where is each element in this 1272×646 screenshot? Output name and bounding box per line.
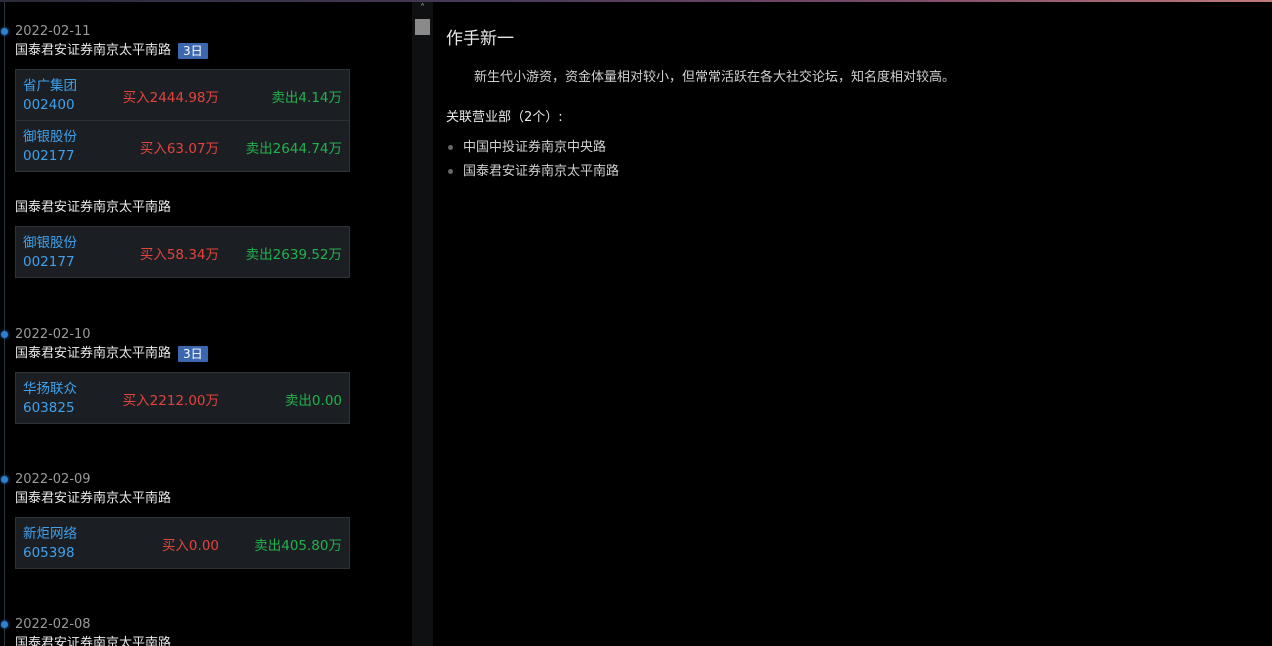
timeline-line bbox=[4, 2, 5, 646]
stock-cell[interactable]: 御银股份 002177 bbox=[23, 234, 77, 272]
trade-table: 华扬联众 603825 买入2212.00万 卖出0.00 bbox=[15, 372, 350, 424]
stock-name: 新炬网络 bbox=[23, 526, 77, 542]
stock-cell[interactable]: 御银股份 002177 bbox=[23, 128, 77, 166]
trader-detail-panel: 作手新一 新生代小游资，资金体量相对较小，但常常活跃在各大社交论坛，知名度相对较… bbox=[433, 2, 1272, 646]
bullet-icon bbox=[448, 145, 453, 150]
stock-cell[interactable]: 华扬联众 603825 bbox=[23, 380, 77, 418]
duration-badge: 3日 bbox=[178, 346, 208, 362]
sell-amount: 卖出4.14万 bbox=[271, 90, 342, 106]
timeline-scrollbar[interactable]: ˄ bbox=[412, 2, 433, 646]
stock-code: 603825 bbox=[23, 400, 75, 416]
trade-row[interactable]: 新炬网络 605398 买入0.00 卖出405.80万 bbox=[16, 518, 349, 568]
trade-row[interactable]: 御银股份 002177 买入58.34万 卖出2639.52万 bbox=[16, 227, 349, 277]
broker-label: 国泰君安证券南京太平南路 bbox=[15, 43, 172, 58]
stock-cell[interactable]: 省广集团 002400 bbox=[23, 77, 77, 115]
bullet-icon bbox=[448, 169, 453, 174]
timeline-dot-icon bbox=[1, 621, 8, 628]
broker-label: 国泰君安证券南京太平南路 bbox=[15, 491, 172, 506]
trade-date: 2022-02-09 bbox=[15, 472, 91, 487]
broker-label: 国泰君安证券南京太平南路 bbox=[15, 636, 172, 646]
related-branches-heading: 关联营业部（2个）: bbox=[446, 110, 563, 125]
stock-name: 省广集团 bbox=[23, 78, 77, 94]
sell-amount: 卖出0.00 bbox=[284, 393, 342, 409]
timeline-panel[interactable]: 2022-02-11 国泰君安证券南京太平南路 3日 省广集团 002400 买… bbox=[0, 2, 412, 646]
broker-label: 国泰君安证券南京太平南路 bbox=[15, 200, 172, 215]
stock-name: 御银股份 bbox=[23, 235, 77, 251]
list-item[interactable]: 中国中投证券南京中央路 bbox=[446, 138, 619, 162]
sell-amount: 卖出2644.74万 bbox=[245, 141, 342, 157]
list-item[interactable]: 国泰君安证券南京太平南路 bbox=[446, 162, 619, 186]
related-branch-name: 中国中投证券南京中央路 bbox=[463, 140, 607, 155]
broker-name[interactable]: 国泰君安证券南京太平南路 bbox=[15, 491, 171, 507]
trade-table: 新炬网络 605398 买入0.00 卖出405.80万 bbox=[15, 517, 350, 569]
trade-row[interactable]: 华扬联众 603825 买入2212.00万 卖出0.00 bbox=[16, 373, 349, 423]
broker-label: 国泰君安证券南京太平南路 bbox=[15, 346, 172, 361]
trade-date: 2022-02-10 bbox=[15, 327, 91, 342]
trade-row[interactable]: 御银股份 002177 买入63.07万 卖出2644.74万 bbox=[16, 121, 349, 171]
timeline-dot-icon bbox=[1, 28, 8, 35]
related-branch-name: 国泰君安证券南京太平南路 bbox=[463, 164, 620, 179]
chevron-up-icon[interactable]: ˄ bbox=[412, 2, 433, 16]
buy-amount: 买入0.00 bbox=[161, 538, 219, 554]
trader-title: 作手新一 bbox=[446, 29, 514, 49]
sell-amount: 卖出2639.52万 bbox=[245, 247, 342, 263]
trade-table: 省广集团 002400 买入2444.98万 卖出4.14万 御银股份 0021… bbox=[15, 69, 350, 172]
trade-row[interactable]: 省广集团 002400 买入2444.98万 卖出4.14万 bbox=[16, 70, 349, 121]
broker-name[interactable]: 国泰君安证券南京太平南路 3日 bbox=[15, 43, 208, 59]
trade-table: 御银股份 002177 买入58.34万 卖出2639.52万 bbox=[15, 226, 350, 278]
broker-name[interactable]: 国泰君安证券南京太平南路 bbox=[15, 636, 171, 646]
related-branches-list: 中国中投证券南京中央路 国泰君安证券南京太平南路 bbox=[446, 138, 619, 186]
stock-name: 华扬联众 bbox=[23, 381, 77, 397]
stock-cell[interactable]: 新炬网络 605398 bbox=[23, 525, 77, 563]
timeline-dot-icon bbox=[1, 331, 8, 338]
broker-name[interactable]: 国泰君安证券南京太平南路 3日 bbox=[15, 346, 208, 362]
stock-code: 002177 bbox=[23, 148, 75, 164]
broker-name[interactable]: 国泰君安证券南京太平南路 bbox=[15, 200, 171, 216]
stock-code: 605398 bbox=[23, 545, 75, 561]
duration-badge: 3日 bbox=[178, 43, 208, 59]
buy-amount: 买入2444.98万 bbox=[122, 90, 219, 106]
timeline-dot-icon bbox=[1, 476, 8, 483]
stock-code: 002400 bbox=[23, 97, 75, 113]
sell-amount: 卖出405.80万 bbox=[254, 538, 342, 554]
buy-amount: 买入58.34万 bbox=[139, 247, 219, 263]
stock-name: 御银股份 bbox=[23, 129, 77, 145]
trade-date: 2022-02-08 bbox=[15, 617, 91, 632]
scrollbar-thumb[interactable] bbox=[415, 19, 430, 35]
buy-amount: 买入2212.00万 bbox=[122, 393, 219, 409]
stock-code: 002177 bbox=[23, 254, 75, 270]
trader-description: 新生代小游资，资金体量相对较小，但常常活跃在各大社交论坛，知名度相对较高。 bbox=[474, 70, 956, 85]
buy-amount: 买入63.07万 bbox=[139, 141, 219, 157]
trade-date: 2022-02-11 bbox=[15, 24, 91, 39]
